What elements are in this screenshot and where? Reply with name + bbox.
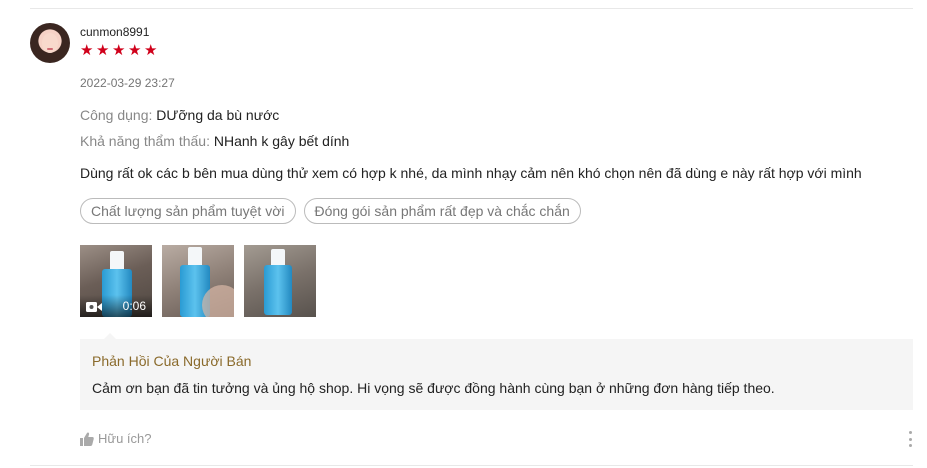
thumbs-up-icon [80,432,94,446]
helpful-button[interactable]: Hữu ích? [80,431,152,446]
helpful-label: Hữu ích? [98,431,152,446]
attribute-usage: Công dụng: DƯỡng da bù nước [80,107,279,123]
review-tag: Chất lượng sản phẩm tuyệt vời [80,198,296,224]
seller-reply-text: Cảm ơn bạn đã tin tưởng và ủng hộ shop. … [92,380,775,396]
video-camera-icon [86,302,102,312]
attribute-absorption: Khả năng thẩm thấu: NHanh k gây bết dính [80,133,349,149]
star-icon: ★ [96,42,110,59]
rating-stars: ★ ★ ★ ★ ★ [80,42,158,59]
video-duration: 0:06 [122,299,146,313]
review-media: 0:06 [80,245,316,317]
image-thumbnail[interactable] [162,245,234,317]
seller-reply: Phản Hồi Của Người Bán Cảm ơn bạn đã tin… [80,339,913,410]
star-icon: ★ [80,42,94,59]
star-icon: ★ [128,42,142,59]
review-tag: Đóng gói sản phẩm rất đẹp và chắc chắn [303,198,581,224]
avatar[interactable] [30,23,70,63]
star-icon: ★ [144,42,158,59]
review-comment: Dùng rất ok các b bên mua dùng thử xem c… [80,165,862,181]
review-tags: Chất lượng sản phẩm tuyệt vời Đóng gói s… [80,198,581,224]
attribute-value: NHanh k gây bết dính [213,133,350,149]
image-thumbnail[interactable] [244,245,316,317]
bottom-divider [30,465,913,466]
attribute-value: DƯỡng da bù nước [156,107,280,123]
top-divider [30,8,913,9]
review-timestamp: 2022-03-29 23:27 [80,76,175,90]
attribute-key: Công dụng: [80,107,153,123]
reviewer-username[interactable]: cunmon8991 [80,25,149,39]
attribute-key: Khả năng thẩm thấu: [80,133,210,149]
seller-reply-title: Phản Hồi Của Người Bán [92,353,252,369]
more-vertical-icon[interactable] [906,431,914,447]
video-thumbnail[interactable]: 0:06 [80,245,152,317]
star-icon: ★ [112,42,126,59]
